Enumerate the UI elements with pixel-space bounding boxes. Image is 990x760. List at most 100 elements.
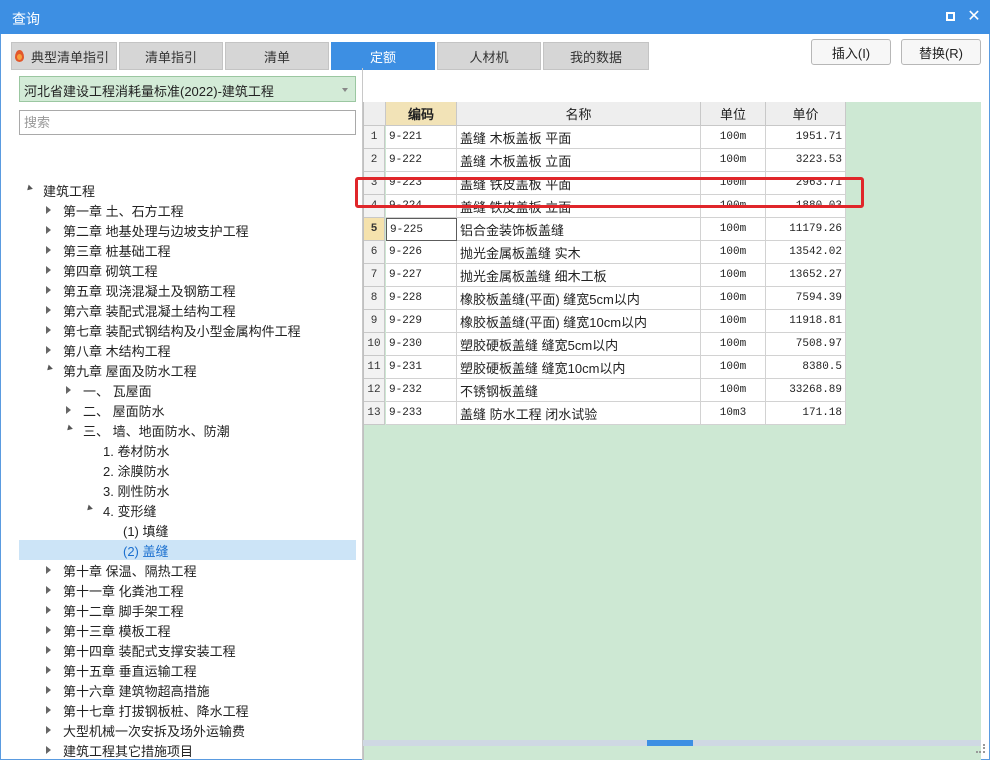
cell-code[interactable]: 9-227 xyxy=(386,264,457,287)
tab-bill-guide[interactable]: 清单指引 xyxy=(119,42,223,70)
tab-labor-material-machine[interactable]: 人材机 xyxy=(437,42,541,70)
cell-price[interactable]: 11918.81 xyxy=(766,310,846,333)
tree-item[interactable]: 第十二章 脚手架工程 xyxy=(19,600,356,620)
tab-typical-bill-guide[interactable]: 典型清单指引 xyxy=(11,42,117,70)
tree-item[interactable]: (1) 填缝 xyxy=(19,520,356,540)
expand-arrow-icon[interactable] xyxy=(46,226,51,234)
cell-name[interactable]: 盖缝 木板盖板 立面 xyxy=(457,149,701,172)
cell-price[interactable]: 7508.97 xyxy=(766,333,846,356)
tree-item[interactable]: 一、 瓦屋面 xyxy=(19,380,356,400)
cell-name[interactable]: 盖缝 木板盖板 平面 xyxy=(457,126,701,149)
cell-unit[interactable]: 100m xyxy=(701,241,766,264)
header-price[interactable]: 单价 xyxy=(766,102,846,126)
cell-unit[interactable]: 100m xyxy=(701,333,766,356)
row-number[interactable]: 8 xyxy=(364,287,385,310)
cell-unit[interactable]: 100m xyxy=(701,287,766,310)
tab-my-data[interactable]: 我的数据 xyxy=(543,42,649,70)
tree-item[interactable]: 1. 卷材防水 xyxy=(19,440,356,460)
maximize-button[interactable] xyxy=(941,7,959,25)
collapse-arrow-icon[interactable] xyxy=(65,424,73,433)
cell-price[interactable]: 13542.02 xyxy=(766,241,846,264)
tree-item[interactable]: 第八章 木结构工程 xyxy=(19,340,356,360)
quota-library-select[interactable]: 河北省建设工程消耗量标准(2022)-建筑工程 xyxy=(19,76,356,102)
cell-name[interactable]: 盖缝 铁皮盖板 立面 xyxy=(457,195,701,218)
cell-code[interactable]: 9-233 xyxy=(386,402,457,425)
cell-unit[interactable]: 100m xyxy=(701,126,766,149)
row-number[interactable]: 7 xyxy=(364,264,385,287)
cell-unit[interactable]: 100m xyxy=(701,310,766,333)
tree-item[interactable]: 第四章 砌筑工程 xyxy=(19,260,356,280)
cell-code[interactable]: 9-232 xyxy=(386,379,457,402)
resize-grip-icon[interactable] xyxy=(976,744,986,754)
cell-code[interactable]: 9-226 xyxy=(386,241,457,264)
tree-item[interactable]: 第十六章 建筑物超高措施 xyxy=(19,680,356,700)
cell-code[interactable]: 9-228 xyxy=(386,287,457,310)
cell-name[interactable]: 塑胶硬板盖缝 缝宽10cm以内 xyxy=(457,356,701,379)
expand-arrow-icon[interactable] xyxy=(46,706,51,714)
cell-name[interactable]: 橡胶板盖缝(平面) 缝宽5cm以内 xyxy=(457,287,701,310)
expand-arrow-icon[interactable] xyxy=(46,686,51,694)
cell-price[interactable]: 13652.27 xyxy=(766,264,846,287)
cell-price[interactable]: 2963.71 xyxy=(766,172,846,195)
tree-item[interactable]: 第十章 保温、隔热工程 xyxy=(19,560,356,580)
expand-arrow-icon[interactable] xyxy=(46,626,51,634)
replace-button[interactable]: 替换(R) xyxy=(901,39,981,65)
tree-item[interactable]: 第十一章 化粪池工程 xyxy=(19,580,356,600)
insert-button[interactable]: 插入(I) xyxy=(811,39,891,65)
expand-arrow-icon[interactable] xyxy=(46,566,51,574)
expand-arrow-icon[interactable] xyxy=(46,286,51,294)
tree-item[interactable]: 三、 墙、地面防水、防潮 xyxy=(19,420,356,440)
cell-unit[interactable]: 100m xyxy=(701,356,766,379)
tree-item[interactable]: 第七章 装配式钢结构及小型金属构件工程 xyxy=(19,320,356,340)
row-number[interactable]: 13 xyxy=(364,402,385,425)
cell-code[interactable]: 9-221 xyxy=(386,126,457,149)
tree-item[interactable]: 第二章 地基处理与边坡支护工程 xyxy=(19,220,356,240)
tree-item[interactable]: 第一章 土、石方工程 xyxy=(19,200,356,220)
collapse-arrow-icon[interactable] xyxy=(45,364,53,373)
cell-unit[interactable]: 100m xyxy=(701,379,766,402)
header-name[interactable]: 名称 xyxy=(457,102,701,126)
tree-item[interactable]: 第五章 现浇混凝土及钢筋工程 xyxy=(19,280,356,300)
cell-unit[interactable]: 100m xyxy=(701,172,766,195)
row-number[interactable]: 5 xyxy=(364,218,385,241)
row-number[interactable]: 11 xyxy=(364,356,385,379)
row-number[interactable]: 6 xyxy=(364,241,385,264)
tree-item[interactable]: 2. 涂膜防水 xyxy=(19,460,356,480)
expand-arrow-icon[interactable] xyxy=(46,246,51,254)
cell-name[interactable]: 不锈钢板盖缝 xyxy=(457,379,701,402)
tree-item[interactable]: (2) 盖缝 xyxy=(19,540,356,560)
cell-code[interactable]: 9-223 xyxy=(386,172,457,195)
tree-item[interactable]: 3. 刚性防水 xyxy=(19,480,356,500)
expand-arrow-icon[interactable] xyxy=(46,606,51,614)
expand-arrow-icon[interactable] xyxy=(46,666,51,674)
header-code[interactable]: 编码 xyxy=(386,102,457,126)
cell-code[interactable]: 9-222 xyxy=(386,149,457,172)
expand-arrow-icon[interactable] xyxy=(66,386,71,394)
tree-item[interactable]: 第十七章 打拔钢板桩、降水工程 xyxy=(19,700,356,720)
cell-code[interactable]: 9-224 xyxy=(386,195,457,218)
cell-name[interactable]: 抛光金属板盖缝 实木 xyxy=(457,241,701,264)
search-input[interactable] xyxy=(19,110,356,135)
close-button[interactable]: ✕ xyxy=(965,7,983,25)
row-number[interactable]: 9 xyxy=(364,310,385,333)
expand-arrow-icon[interactable] xyxy=(46,206,51,214)
tab-bill[interactable]: 清单 xyxy=(225,42,329,70)
tree-item[interactable]: 第十五章 垂直运输工程 xyxy=(19,660,356,680)
expand-arrow-icon[interactable] xyxy=(66,406,71,414)
cell-name[interactable]: 抛光金属板盖缝 细木工板 xyxy=(457,264,701,287)
scrollbar-thumb[interactable] xyxy=(647,740,693,746)
cell-price[interactable]: 1880.03 xyxy=(766,195,846,218)
cell-name[interactable]: 盖缝 防水工程 闭水试验 xyxy=(457,402,701,425)
row-number[interactable]: 2 xyxy=(364,149,385,172)
horizontal-scrollbar[interactable] xyxy=(363,740,981,746)
expand-arrow-icon[interactable] xyxy=(46,266,51,274)
cell-name[interactable]: 铝合金装饰板盖缝 xyxy=(457,218,701,241)
cell-unit[interactable]: 100m xyxy=(701,264,766,287)
cell-code[interactable]: 9-229 xyxy=(386,310,457,333)
tree-item[interactable]: 建筑工程其它措施项目 xyxy=(19,740,356,760)
tree-item[interactable]: 大型机械一次安拆及场外运输费 xyxy=(19,720,356,740)
row-number[interactable]: 3 xyxy=(364,172,385,195)
row-number[interactable]: 10 xyxy=(364,333,385,356)
cell-price[interactable]: 8380.5 xyxy=(766,356,846,379)
expand-arrow-icon[interactable] xyxy=(46,586,51,594)
